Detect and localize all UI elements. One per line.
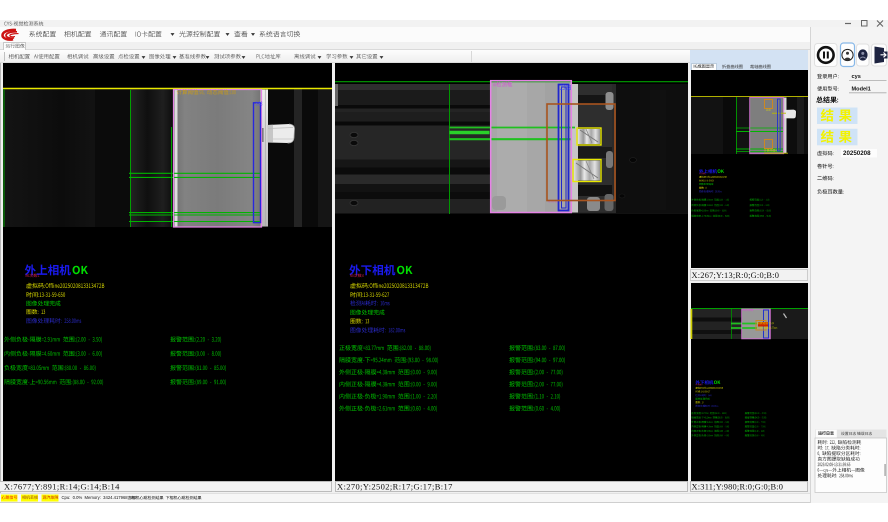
svg-text:Model1: Model1 [852,86,871,92]
svg-text:X:311;Y:980;R:0;G:0;B:0: X:311;Y:980;R:0;G:0;B:0 [692,483,784,492]
svg-text:X:267;Y:13;R:0;G:0;B:0: X:267;Y:13;R:0;G:0;B:0 [692,271,780,280]
svg-text:Cpu: 0.0% Memory: 3424.4179: Cpu: 0.0% Memory: 3424.41796875M [62,495,137,500]
svg-text:20250208: 20250208 [843,150,871,157]
svg-text:cys: cys [852,74,861,80]
svg-text:X:7677;Y:891;R:14;G:14;B:14: X:7677;Y:891;R:14;G:14;B:14 [4,481,120,491]
svg-text:X:270;Y:2502;R:17;G:17;B:17: X:270;Y:2502;R:17;G:17;B:17 [337,481,453,491]
